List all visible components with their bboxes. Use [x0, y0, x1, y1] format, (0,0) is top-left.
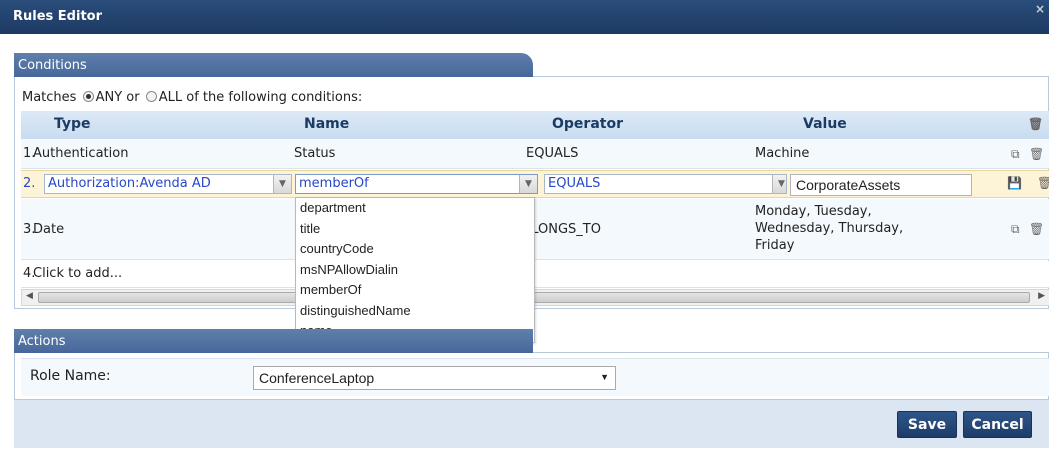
row-value-line: Monday, Tuesday, [755, 204, 872, 219]
col-value[interactable]: Value [803, 116, 847, 132]
conditions-header: Conditions [14, 53, 533, 77]
chevron-down-icon[interactable]: ▼ [519, 175, 537, 193]
row-name[interactable]: Status [294, 146, 335, 161]
radio-all[interactable] [145, 91, 157, 102]
scroll-right-icon[interactable]: ▶ [1038, 291, 1045, 301]
col-name[interactable]: Name [304, 116, 349, 132]
radio-all-label[interactable]: ALL [159, 90, 182, 105]
actions-header: Actions [14, 329, 533, 353]
table-row[interactable]: 1. Authentication Status EQUALS Machine … [21, 139, 1049, 169]
chevron-down-icon[interactable]: ▼ [600, 372, 609, 382]
matches-label: Matches [22, 90, 77, 105]
scroll-left-icon[interactable]: ◀ [26, 291, 33, 301]
table-header: Type Name Operator Value 🗑 [21, 111, 1049, 139]
actions-title: Actions [18, 334, 66, 349]
row-value-line: Wednesday, Thursday, [755, 221, 904, 236]
role-name-value: ConferenceLaptop [259, 370, 375, 386]
save-row-icon[interactable]: 💾 [1007, 176, 1022, 190]
copy-icon[interactable]: ⧉ [1011, 147, 1020, 162]
col-operator[interactable]: Operator [552, 116, 623, 132]
row-number: 2. [23, 176, 36, 191]
matches-suffix: of the following conditions: [186, 90, 363, 105]
role-name-label: Role Name: [30, 368, 111, 384]
radio-any-label[interactable]: ANY [96, 90, 123, 105]
col-type[interactable]: Type [54, 116, 91, 132]
dialog-footer [14, 400, 1049, 448]
dropdown-option[interactable]: title [296, 219, 534, 240]
table-row[interactable]: 3. Date ELONGS_TO Monday, Tuesday, Wedne… [21, 199, 1049, 260]
trash-icon[interactable]: 🗑 [1029, 147, 1044, 161]
dropdown-option[interactable]: msNPAllowDialin [296, 260, 534, 281]
cancel-button[interactable]: Cancel [963, 411, 1032, 438]
row-value[interactable]: Monday, Tuesday, Wednesday, Thursday, Fr… [755, 203, 903, 254]
save-button[interactable]: Save [897, 411, 957, 438]
value-input[interactable]: CorporateAssets [790, 174, 972, 196]
dialog-title-bar: Rules Editor × [0, 0, 1049, 34]
table-row-add[interactable]: 4. Click to add... [21, 261, 1049, 288]
table-row-editing[interactable]: 2. Authorization:Avenda AD ▼ memberOf ▼ … [21, 170, 1049, 198]
row-value[interactable]: Machine [755, 146, 809, 161]
chevron-down-icon[interactable]: ▼ [273, 175, 291, 193]
name-select-value: memberOf [299, 176, 369, 191]
trash-icon[interactable]: 🗑 [1029, 222, 1044, 236]
row-value-line: Friday [755, 238, 795, 253]
copy-icon[interactable]: ⧉ [1011, 222, 1020, 237]
dialog-title: Rules Editor [13, 9, 103, 24]
click-to-add[interactable]: Click to add... [33, 266, 122, 281]
row-type[interactable]: Authentication [33, 146, 128, 161]
role-name-select[interactable]: ConferenceLaptop ▼ [253, 366, 616, 390]
row-operator[interactable]: EQUALS [526, 146, 578, 161]
dropdown-option[interactable]: countryCode [296, 239, 534, 260]
name-dropdown-list[interactable]: department title countryCode msNPAllowDi… [295, 197, 535, 343]
type-select-value: Authorization:Avenda AD [48, 176, 211, 191]
match-mode: Matches ANY or ALL of the following cond… [22, 90, 362, 105]
dropdown-option[interactable]: distinguishedName [296, 301, 534, 322]
or-label: or [126, 90, 140, 105]
value-input-text: CorporateAssets [796, 177, 901, 193]
conditions-title: Conditions [18, 58, 87, 73]
chevron-down-icon[interactable]: ▼ [772, 175, 786, 193]
name-select[interactable]: memberOf ▼ [295, 174, 538, 194]
trash-icon[interactable]: 🗑 [1028, 117, 1043, 131]
operator-select-value: EQUALS [548, 176, 601, 191]
close-icon[interactable]: × [1035, 2, 1045, 16]
dropdown-option[interactable]: department [296, 198, 534, 219]
horizontal-scrollbar[interactable]: ◀ ▶ [21, 289, 1049, 306]
type-select[interactable]: Authorization:Avenda AD ▼ [44, 174, 292, 194]
dropdown-option[interactable]: memberOf [296, 280, 534, 301]
radio-any[interactable] [82, 91, 94, 102]
trash-icon[interactable]: 🗑 [1037, 176, 1049, 190]
operator-select[interactable]: EQUALS ▼ [544, 174, 787, 194]
row-type[interactable]: Date [33, 222, 64, 237]
